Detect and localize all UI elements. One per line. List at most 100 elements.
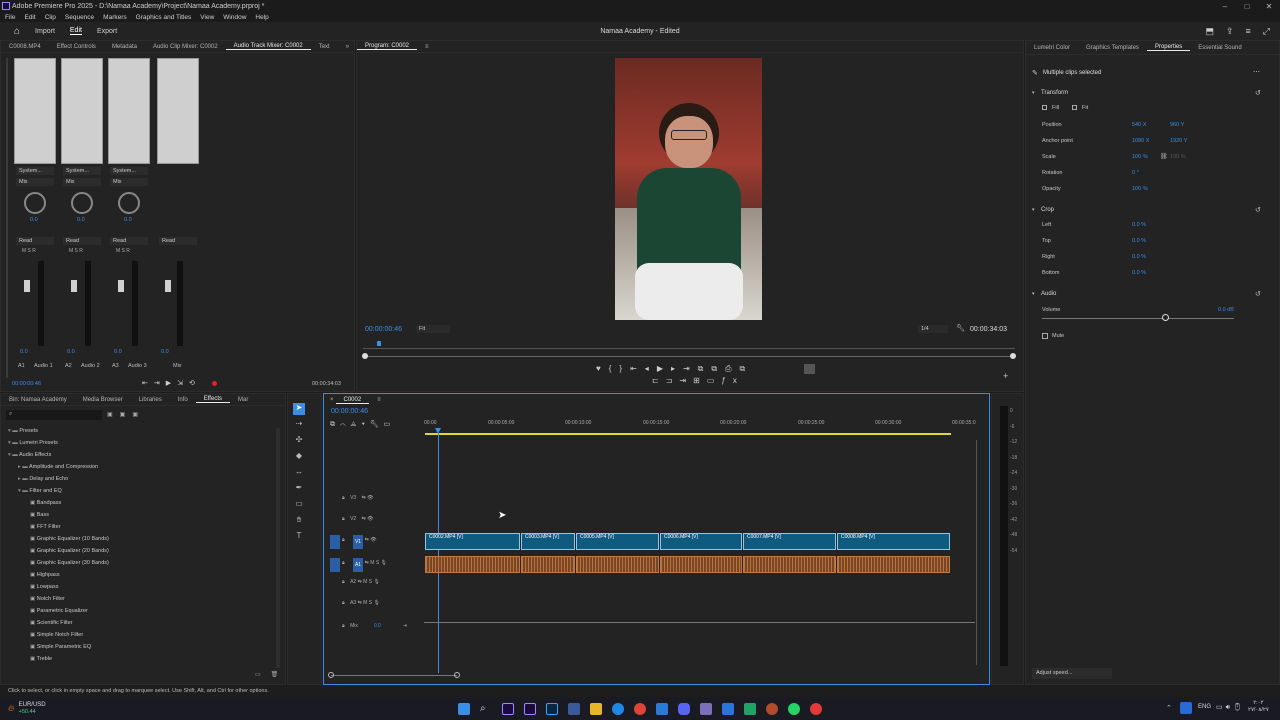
chrome-browser-icon[interactable] [634,703,646,715]
effects-tree-item[interactable]: ▣ Graphic Equalizer (10 Bands) [30,536,109,542]
fill-icon[interactable] [1042,105,1047,110]
reset-transform-icon[interactable]: ↺ [1255,89,1261,97]
effects-tree-item[interactable]: ▾ ▬ Audio Effects [8,452,51,458]
chevron-down-icon[interactable]: ▾ [1032,90,1035,96]
sync-icon[interactable]: ⇆ [365,560,369,566]
workspaces-icon[interactable]: ≡ [1246,26,1251,37]
zoom-dropdown[interactable]: Fit [416,325,450,333]
sync-icon[interactable]: ⇆ [358,579,362,585]
scroll-handle-right[interactable] [1010,353,1016,359]
slip-tool-icon[interactable]: ↔ [293,467,305,479]
tab-program[interactable]: Program: C0002 [357,43,418,50]
source-patch-v1[interactable] [330,535,340,549]
effects-tree-item[interactable]: ▣ FFT Filter [30,524,60,530]
msr-buttons[interactable]: M S R [22,248,36,254]
video-clip[interactable]: C0005.MP4 [V] [576,533,659,550]
tray-expand-icon[interactable]: ⌃ [1166,704,1172,712]
fit-icon[interactable] [1072,105,1077,110]
menu-sequence[interactable]: Sequence [65,14,94,21]
anchor-y-value[interactable]: 1920 Y [1170,138,1187,144]
premiere-app-icon[interactable] [502,703,514,715]
ripple-edit-tool-icon[interactable]: ✣ [293,435,305,447]
skip-end-icon[interactable]: ⇥ [403,623,407,629]
video-clip[interactable]: C0008.MP4 [V] [837,533,950,550]
mode-dropdown[interactable]: Mix [110,178,148,186]
more-options-icon[interactable]: ⋯ [1253,68,1260,76]
tab-edit[interactable]: Edit [69,27,82,35]
timeline-h-scroll[interactable] [331,675,457,676]
tab-libraries[interactable]: Libraries [131,397,170,403]
adjust-speed-button[interactable]: Adjust speed... [1032,668,1112,679]
effects-tree-item[interactable]: ▣ Bass [30,512,49,518]
input-dropdown[interactable]: System... [63,167,101,175]
anchor-x-value[interactable]: 1080 X [1132,138,1149,144]
windows-start-icon[interactable] [458,703,470,715]
sync-icon[interactable]: ⇆ [358,600,362,606]
edge-browser-icon[interactable] [612,703,624,715]
ticker-label[interactable]: EUR/USD [19,702,46,709]
timeline-settings-icons[interactable]: ⧉⌒⟁▾🔧︎▭ [330,420,395,429]
sequence-menu-icon[interactable]: ≡ [369,397,389,403]
word-app-icon[interactable] [722,703,734,715]
rectangle-tool-icon[interactable]: ▭ [293,499,305,511]
home-icon[interactable]: ⌂ [14,26,20,37]
pan-knob[interactable] [71,192,93,214]
msr-buttons[interactable]: M S R [69,248,83,254]
video-clip[interactable]: C0003.MP4 [V] [521,533,575,550]
effect-filter-icons[interactable]: ▣▣▣ [107,411,145,418]
tab-media-browser[interactable]: Media Browser [75,397,131,403]
work-area-bar[interactable] [425,433,951,435]
reset-audio-icon[interactable]: ↺ [1255,290,1261,298]
menu-window[interactable]: Window [223,14,246,21]
fullscreen-icon[interactable]: ⤢ [1263,26,1270,37]
effects-tree-item[interactable]: ▣ Simple Parametric EQ [30,644,91,650]
program-mini-ruler[interactable] [363,341,1015,349]
more-tabs-icon[interactable]: » [338,44,357,50]
tab-audio-track-mixer[interactable]: Audio Track Mixer: C0002 [225,43,311,50]
audio-clip[interactable] [743,556,836,573]
timeline-timecode[interactable]: 00:00:00:46 [331,408,368,415]
video-clip[interactable]: C0002.MP4 [V] [425,533,520,550]
reset-crop-icon[interactable]: ↺ [1255,206,1261,214]
volume-fader[interactable] [71,280,77,292]
menu-markers[interactable]: Markers [103,14,126,21]
rotation-value[interactable]: 0 ° [1132,170,1139,176]
effects-rack[interactable] [14,58,56,164]
volume-fader[interactable] [118,280,124,292]
automation-dropdown[interactable]: Read [16,237,54,245]
mixer-transport[interactable]: ⇤⇥▶⇲⟲ [142,379,201,387]
eye-icon[interactable]: 👁︎ [367,516,373,522]
pinned-app-icon[interactable] [568,703,580,715]
program-transport-controls[interactable]: ♥{}⇤◂▶▸⇥⧉⧉⎙⧉ [596,364,753,374]
razor-tool-icon[interactable]: ◆ [293,451,305,463]
mix-value[interactable]: 0.0 [374,623,381,629]
program-playhead[interactable] [377,341,381,346]
mode-dropdown[interactable]: Mix [63,178,101,186]
video-clip[interactable]: C0007.MP4 [V] [743,533,836,550]
tab-markers[interactable]: Mar [230,397,256,403]
effects-tree-item[interactable]: ▣ Parametric Equalizer [30,608,88,614]
panel-menu-icon[interactable]: ≡ [417,44,437,50]
effects-search-input[interactable]: ⌕ [6,410,102,420]
program-extra-controls[interactable]: ⊏⊐⇥⊞▭ƒx [652,376,744,385]
effects-scrollbar[interactable] [276,428,280,668]
opacity-value[interactable]: 100 % [1132,186,1148,192]
close-icon[interactable]: ✕ [1258,2,1280,11]
tab-effects[interactable]: Effects [195,396,230,403]
tab-properties[interactable]: Properties [1146,44,1191,51]
compare-view-icon[interactable] [804,364,815,374]
effects-tree-item[interactable]: ▸ ▬ Delay and Echo [18,476,68,482]
whatsapp-icon[interactable] [788,703,800,715]
audio-clip[interactable] [425,556,520,573]
photoshop-app-icon[interactable] [546,703,558,715]
effects-tree-item[interactable]: ▣ Lowpass [30,584,58,590]
pan-knob[interactable] [24,192,46,214]
tab-import[interactable]: Import [35,28,55,35]
file-explorer-icon[interactable] [590,703,602,715]
effects-tree-item[interactable]: ▾ ▬ Filter and EQ [18,488,62,494]
tab-info[interactable]: Info [170,397,196,403]
source-patch-a1[interactable] [330,558,340,572]
after-effects-app-icon[interactable] [524,703,536,715]
add-button-icon[interactable]: + [1003,371,1008,381]
time-ruler[interactable]: 00:00 00:00:05:00 00:00:10:00 00:00:15:0… [424,420,978,433]
